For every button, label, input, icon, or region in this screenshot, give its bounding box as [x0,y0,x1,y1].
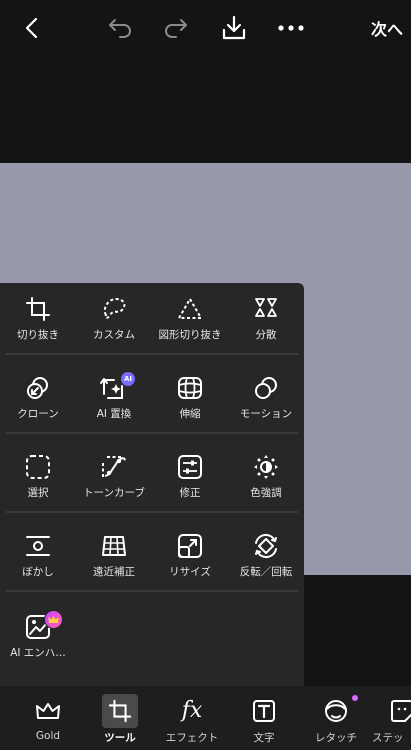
clone-icon [24,374,52,402]
download-button[interactable] [218,12,250,44]
tool-curves[interactable]: トーンカーブ [76,441,152,520]
bottom-navigation: Gold ツール fx エフェクト 文字 レタッチ ステッ [0,686,411,750]
shape-crop-icon [176,295,204,323]
tools-row: 選択 トーンカーブ 修正 色強調 [0,441,304,520]
tool-ai-enhance[interactable]: AI エンハ… [0,601,76,680]
tool-label: カスタム [93,329,135,341]
tool-label: クローン [17,408,59,420]
nav-label: ツール [104,732,136,744]
next-button[interactable]: 次へ [371,16,403,40]
color-splash-icon [252,453,280,481]
canvas-background [0,55,411,163]
tool-label: AI 置換 [96,408,132,420]
crown-icon [35,698,61,724]
undo-icon [109,19,131,38]
tool-color-splash[interactable]: 色強調 [228,441,304,520]
premium-crown-badge [44,610,63,629]
back-button[interactable] [16,12,48,44]
adjust-icon [176,453,204,481]
tool-label: 選択 [27,487,49,499]
tool-resize[interactable]: リサイズ [152,520,228,599]
tool-label: リサイズ [169,566,211,578]
chevron-left-icon [25,17,38,39]
nav-sticker[interactable]: ステッ [372,686,411,750]
tools-panel: 切り抜き カスタム 図形切り抜き 分散 クローン AI AI 置換 伸縮 モーシ… [0,283,304,686]
tool-label: 反転／回転 [239,566,293,578]
curves-icon [100,453,128,481]
ai-badge: AI [121,372,135,386]
nav-tools[interactable]: ツール [90,686,150,750]
download-icon [222,15,246,40]
tool-label: 遠近補正 [93,566,135,578]
new-indicator-dot [352,695,358,701]
tool-label: ぼかし [22,566,54,578]
undo-button[interactable] [104,12,136,44]
tool-clone[interactable]: クローン [0,362,76,441]
tool-label: トーンカーブ [83,487,145,499]
nav-effects[interactable]: fx エフェクト [162,686,222,750]
retouch-face-icon [323,698,349,724]
redo-button[interactable] [160,12,192,44]
ellipsis-icon [278,25,304,31]
tool-label: 図形切り抜き [158,329,222,341]
tool-adjust[interactable]: 修正 [152,441,228,520]
fx-icon: fx [181,698,203,723]
tool-label: モーション [239,408,293,420]
tool-crop[interactable]: 切り抜き [0,283,76,362]
flip-rotate-icon [252,532,280,560]
divider [6,511,298,513]
tool-select[interactable]: 選択 [0,441,76,520]
nav-label: ステッ [372,732,404,744]
tools-row: 切り抜き カスタム 図形切り抜き 分散 [0,283,304,362]
motion-icon [252,374,280,402]
select-icon [24,453,52,481]
tool-shape-crop[interactable]: 図形切り抜き [152,283,228,362]
nav-gold[interactable]: Gold [18,686,78,750]
tools-row: ぼかし 遠近補正 リサイズ 反転／回転 [0,520,304,599]
tool-label: AI エンハ… [10,647,66,659]
tool-perspective[interactable]: 遠近補正 [76,520,152,599]
crop-icon [102,694,138,728]
tool-blur[interactable]: ぼかし [0,520,76,599]
tool-flip-rotate[interactable]: 反転／回転 [228,520,304,599]
blur-icon [24,532,52,560]
more-button[interactable] [275,12,307,44]
tool-label: 伸縮 [179,408,201,420]
nav-label: 文字 [253,732,275,744]
tools-row: クローン AI AI 置換 伸縮 モーション [0,362,304,441]
tool-disperse[interactable]: 分散 [228,283,304,362]
text-icon [251,698,277,724]
tool-ai-replace[interactable]: AI AI 置換 [76,362,152,441]
tool-motion[interactable]: モーション [228,362,304,441]
nav-text[interactable]: 文字 [234,686,294,750]
divider [6,353,298,355]
tools-row: AI エンハ… [0,601,304,680]
crown-icon [48,616,59,623]
tool-label: 分散 [255,329,277,341]
perspective-icon [100,532,128,560]
tool-label: 修正 [179,487,201,499]
divider [6,590,298,592]
nav-label: レタッチ [315,732,357,744]
nav-label: Gold [35,730,61,742]
disperse-icon [252,295,280,323]
tool-stretch[interactable]: 伸縮 [152,362,228,441]
redo-icon [165,19,187,38]
stretch-icon [176,374,204,402]
sticker-icon [389,698,411,724]
top-toolbar: 次へ [0,0,411,55]
tool-custom[interactable]: カスタム [76,283,152,362]
crop-icon [24,295,52,323]
tool-label: 切り抜き [17,329,59,341]
lasso-icon [100,295,128,323]
nav-label: エフェクト [165,732,219,744]
resize-icon [176,532,204,560]
divider [6,432,298,434]
nav-retouch[interactable]: レタッチ [306,686,366,750]
tool-label: 色強調 [250,487,282,499]
